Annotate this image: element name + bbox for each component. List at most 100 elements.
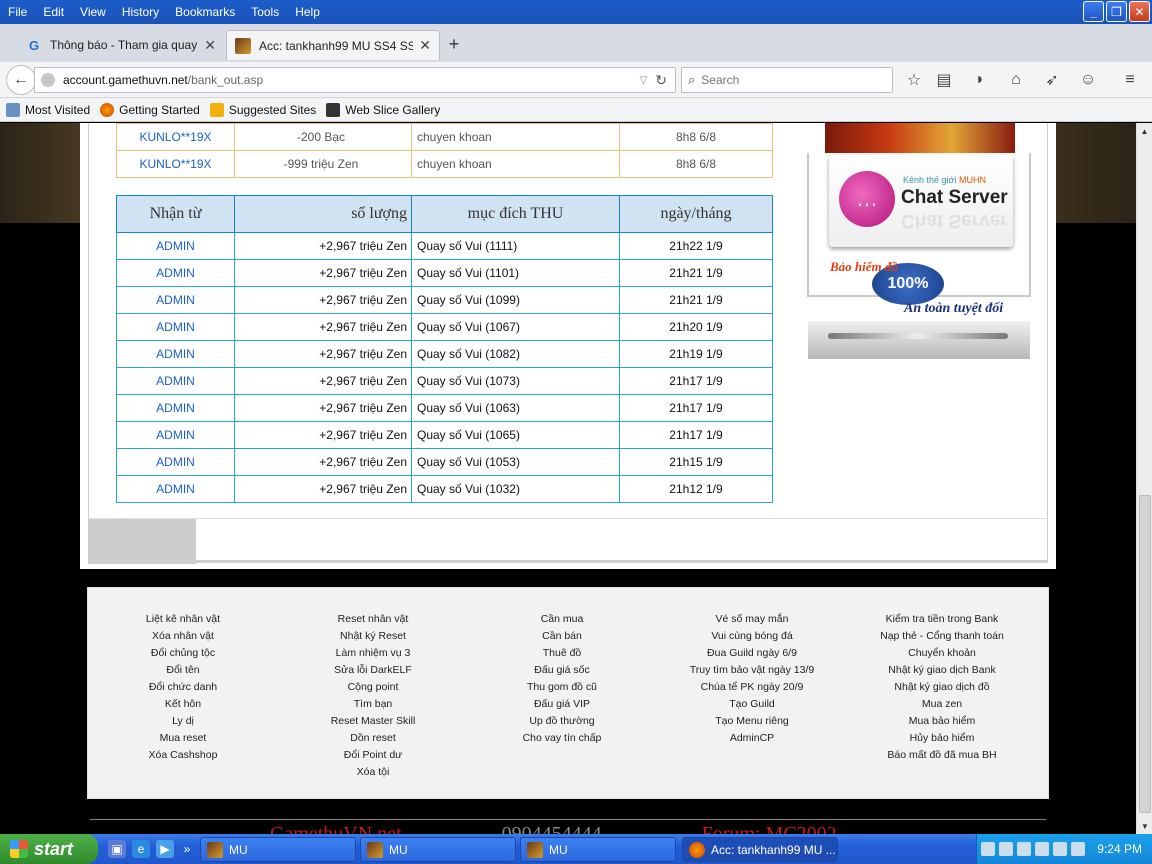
footer-link[interactable]: Nhật ký Reset — [278, 628, 468, 645]
tab-account[interactable]: Acc: tankhanh99 MU SS4 SS6... ✕ — [226, 30, 440, 60]
sender-name[interactable]: KUNLO**19X — [116, 150, 235, 178]
footer-link[interactable]: Mua bảo hiểm — [847, 713, 1037, 730]
footer-link[interactable]: Báo mất đồ đã mua BH — [847, 747, 1037, 764]
restore-button[interactable]: ❐ — [1106, 1, 1127, 22]
sender-name[interactable]: ADMIN — [116, 367, 235, 395]
bookmark-getting-started[interactable]: Getting Started — [100, 102, 200, 117]
scroll-thumb[interactable] — [1139, 495, 1151, 813]
menu-bookmarks[interactable]: Bookmarks — [167, 5, 243, 19]
menu-history[interactable]: History — [114, 5, 167, 19]
tray-network-icon[interactable] — [981, 842, 995, 856]
home-icon[interactable]: ⌂ — [1004, 68, 1028, 92]
reload-icon[interactable]: ↻ — [655, 72, 667, 89]
footer-link[interactable]: Tìm bạn — [278, 696, 468, 713]
sender-name[interactable]: ADMIN — [116, 421, 235, 449]
sender-name[interactable]: ADMIN — [116, 394, 235, 422]
pocket-icon[interactable]: ◗ — [968, 68, 992, 92]
tab-close-icon[interactable]: ✕ — [419, 37, 431, 54]
footer-link[interactable]: Reset nhân vật — [278, 611, 468, 628]
taskbar-item-mu-1[interactable]: MU — [200, 837, 356, 862]
url-bar[interactable]: account.gamethuvn.net/bank_out.asp ▽ ↻ — [34, 67, 676, 93]
minimize-button[interactable]: _ — [1083, 1, 1104, 22]
tray-display-icon[interactable] — [999, 842, 1013, 856]
footer-link[interactable]: Đổi chủng tộc — [88, 645, 278, 662]
scroll-up-icon[interactable]: ▲ — [1137, 123, 1152, 139]
footer-link[interactable]: Đấu giá sốc — [467, 662, 657, 679]
chat-server-banner[interactable]: … Kênh thế giới MUHN Chat Server Chat Se… — [829, 155, 1013, 247]
sender-name[interactable]: ADMIN — [116, 232, 235, 260]
footer-link[interactable]: Liệt kê nhân vật — [88, 611, 278, 628]
footer-link[interactable]: Cho vay tín chấp — [467, 730, 657, 747]
back-button[interactable]: ← — [6, 65, 36, 95]
menu-tools[interactable]: Tools — [243, 5, 287, 19]
menu-help[interactable]: Help — [287, 5, 328, 19]
search-input[interactable] — [701, 73, 872, 87]
footer-link[interactable]: Vui cùng bóng đá — [657, 628, 847, 645]
send-icon[interactable]: ➶ — [1040, 68, 1064, 92]
footer-link[interactable]: Cần mua — [467, 611, 657, 628]
bookmark-most-visited[interactable]: Most Visited — [6, 102, 90, 117]
tray-device-icon[interactable] — [1071, 842, 1085, 856]
search-bar[interactable]: ⌕ — [681, 67, 893, 93]
close-window-button[interactable]: ✕ — [1129, 1, 1150, 22]
taskbar-item-mu-3[interactable]: MU — [520, 837, 676, 862]
footer-link[interactable]: Xóa tội — [278, 764, 468, 781]
tab-close-icon[interactable]: ✕ — [204, 37, 216, 54]
bookmark-suggested-sites[interactable]: Suggested Sites — [209, 102, 316, 117]
footer-link[interactable]: Nhật ký giao dịch Bank — [847, 662, 1037, 679]
start-button[interactable]: start — [0, 834, 98, 864]
footer-link[interactable]: Hủy bảo hiểm — [847, 730, 1037, 747]
footer-link[interactable]: Đua Guild ngày 6/9 — [657, 645, 847, 662]
sender-name[interactable]: ADMIN — [116, 313, 235, 341]
footer-link[interactable]: Đổi Point dư — [278, 747, 468, 764]
sender-name[interactable]: ADMIN — [116, 259, 235, 287]
tab-thong-bao[interactable]: G Thông báo - Tham gia quay s... ✕ — [18, 30, 224, 60]
ie-icon[interactable]: e — [132, 840, 150, 858]
footer-link[interactable]: Nạp thẻ - Cổng thanh toán — [847, 628, 1037, 645]
site-info-icon[interactable] — [41, 73, 55, 87]
footer-link[interactable]: Xóa nhân vật — [88, 628, 278, 645]
sender-name[interactable]: KUNLO**19X — [116, 123, 235, 151]
footer-link[interactable]: Đấu giá VIP — [467, 696, 657, 713]
url-dropdown-icon[interactable]: ▽ — [640, 75, 648, 86]
footer-link[interactable]: Thuê đồ — [467, 645, 657, 662]
sender-name[interactable]: ADMIN — [116, 340, 235, 368]
sender-name[interactable]: ADMIN — [116, 286, 235, 314]
footer-link[interactable]: Mua reset — [88, 730, 278, 747]
sender-name[interactable]: ADMIN — [116, 475, 235, 503]
sender-name[interactable]: ADMIN — [116, 448, 235, 476]
footer-link[interactable]: Vé số may mắn — [657, 611, 847, 628]
footer-link[interactable]: Tạo Guild — [657, 696, 847, 713]
reading-list-icon[interactable]: ▤ — [932, 68, 956, 92]
footer-link[interactable]: Thu gom đồ cũ — [467, 679, 657, 696]
footer-link[interactable]: Làm nhiệm vụ 3 — [278, 645, 468, 662]
tray-security-icon[interactable] — [1053, 842, 1067, 856]
footer-link[interactable]: Chúa tể PK ngày 20/9 — [657, 679, 847, 696]
footer-link[interactable]: Up đồ thường — [467, 713, 657, 730]
taskbar-item-mu-2[interactable]: MU — [360, 837, 516, 862]
url-text[interactable]: account.gamethuvn.net/bank_out.asp — [63, 73, 640, 87]
footer-link[interactable]: Truy tìm bảo vật ngày 13/9 — [657, 662, 847, 679]
new-tab-button[interactable]: + — [444, 32, 464, 56]
footer-link[interactable]: Xóa Cashshop — [88, 747, 278, 764]
footer-link[interactable]: Kết hôn — [88, 696, 278, 713]
footer-link[interactable]: Reset Master Skill — [278, 713, 468, 730]
banner-image[interactable] — [825, 123, 1015, 153]
footer-link[interactable]: Dồn reset — [278, 730, 468, 747]
menu-view[interactable]: View — [72, 5, 114, 19]
footer-link[interactable]: Đổi chức danh — [88, 679, 278, 696]
footer-link[interactable]: AdminCP — [657, 730, 847, 747]
footer-link[interactable]: Tạo Menu riêng — [657, 713, 847, 730]
footer-link[interactable]: Mua zen — [847, 696, 1037, 713]
bookmark-web-slice-gallery[interactable]: Web Slice Gallery — [326, 102, 440, 117]
footer-link[interactable]: Nhật ký giao dịch đồ — [847, 679, 1037, 696]
vertical-scrollbar[interactable]: ▲ ▼ — [1136, 123, 1152, 834]
footer-link[interactable]: Sửa lỗi DarkELF — [278, 662, 468, 679]
tray-app-icon[interactable] — [1035, 842, 1049, 856]
star-icon[interactable]: ☆ — [902, 68, 926, 92]
footer-link[interactable]: Ly dị — [88, 713, 278, 730]
footer-link[interactable]: Chuyển khoản — [847, 645, 1037, 662]
footer-link[interactable]: Cần bán — [467, 628, 657, 645]
chat-icon[interactable]: ☺ — [1076, 68, 1100, 92]
footer-link[interactable]: Đổi tên — [88, 662, 278, 679]
